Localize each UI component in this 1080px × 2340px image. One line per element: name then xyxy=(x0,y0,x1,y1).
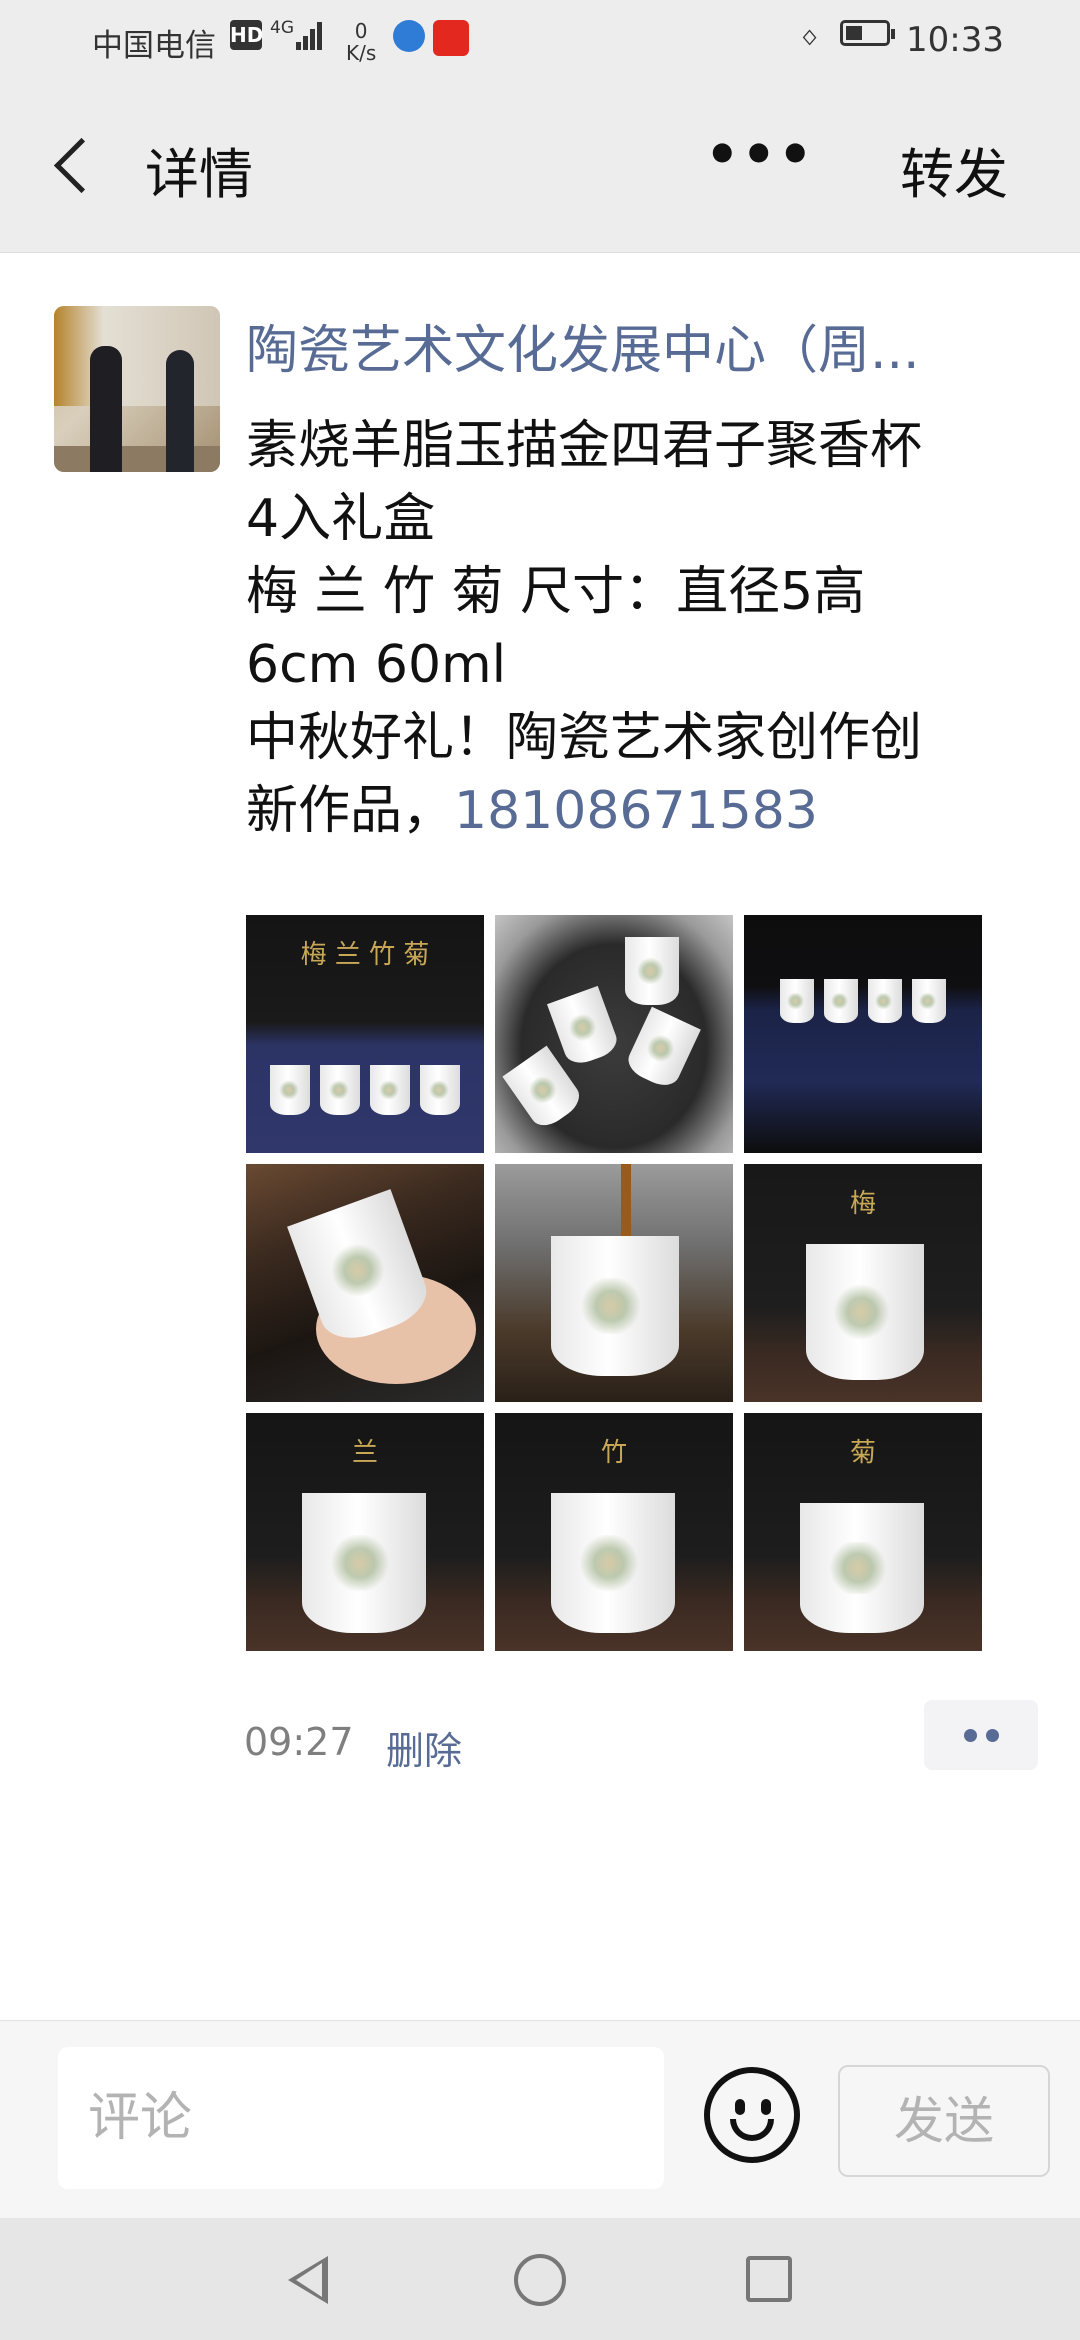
nav-recent-icon[interactable] xyxy=(746,2256,792,2302)
signal-icon xyxy=(296,20,322,50)
post-image-1[interactable]: 梅 兰 竹 菊 xyxy=(246,915,484,1153)
more-dots-icon[interactable]: ••• xyxy=(705,128,813,190)
app-notification-icon xyxy=(433,20,469,56)
post-image-8[interactable]: 竹 xyxy=(495,1413,733,1651)
comment-input[interactable] xyxy=(58,2047,664,2189)
post-text-prefix: 新作品， xyxy=(246,781,455,841)
post-image-2[interactable] xyxy=(495,915,733,1153)
send-button[interactable]: 发送 xyxy=(838,2065,1050,2177)
image-caption: 菊 xyxy=(849,1438,876,1469)
post-image-3[interactable] xyxy=(744,915,982,1153)
post-text-line: 4入礼盒 xyxy=(246,489,436,549)
post-image-5[interactable] xyxy=(495,1164,733,1402)
image-caption: 梅 xyxy=(849,1189,876,1220)
post-text-line: 6cm 60ml xyxy=(246,635,507,695)
carrier-name: 中国电信 xyxy=(92,28,216,64)
header-bar: 详情 ••• 转发 xyxy=(0,80,1080,253)
post-image-7[interactable]: 兰 xyxy=(246,1413,484,1651)
nav-back-icon[interactable] xyxy=(288,2256,328,2304)
image-caption: 梅 兰 竹 菊 xyxy=(300,940,430,971)
bluetooth-icon: ᛜ xyxy=(800,20,820,58)
hd-badge: HD xyxy=(230,20,263,50)
network-speed: 0 K/s xyxy=(346,20,376,64)
image-grid: 梅 兰 竹 菊 梅 兰 竹 菊 xyxy=(246,915,982,1651)
avatar[interactable] xyxy=(54,306,220,472)
image-caption: 兰 xyxy=(351,1438,378,1469)
post-text-line: 中秋好礼！陶瓷艺术家创作创 xyxy=(246,708,923,768)
status-bar: 中国电信 HD 4G 0 K/s ᛜ 10:33 xyxy=(0,0,1080,80)
emoji-icon[interactable] xyxy=(704,2067,800,2163)
status-time: 10:33 xyxy=(906,20,1004,60)
author-name[interactable]: 陶瓷艺术文化发展中心（周... xyxy=(246,308,1026,383)
post-image-9[interactable]: 菊 xyxy=(744,1413,982,1651)
browser-app-icon xyxy=(393,20,425,52)
post-text: 素烧羊脂玉描金四君子聚香杯 4入礼盒 梅 兰 竹 菊 尺寸：直径5高 6cm 6… xyxy=(246,410,1046,848)
nav-home-icon[interactable] xyxy=(514,2254,566,2306)
delete-button[interactable]: 删除 xyxy=(386,1720,462,1775)
network-speed-value: 0 xyxy=(354,19,368,43)
post-image-6[interactable]: 梅 xyxy=(744,1164,982,1402)
page-title: 详情 xyxy=(145,143,253,206)
post-time: 09:27 xyxy=(244,1720,354,1764)
network-type: 4G xyxy=(270,18,294,38)
forward-button[interactable]: 转发 xyxy=(900,130,1008,209)
phone-link[interactable]: 18108671583 xyxy=(454,781,818,841)
post-actions-button[interactable] xyxy=(924,1700,1038,1770)
post-text-line: 新作品，18108671583 xyxy=(246,775,1046,848)
post-image-4[interactable] xyxy=(246,1164,484,1402)
back-button[interactable] xyxy=(48,136,96,196)
comment-bar: 发送 xyxy=(0,2020,1080,2219)
post-text-line: 素烧羊脂玉描金四君子聚香杯 xyxy=(246,416,923,476)
system-nav-bar xyxy=(0,2218,1080,2340)
network-speed-unit: K/s xyxy=(346,41,377,65)
battery-icon xyxy=(840,20,895,46)
image-caption: 竹 xyxy=(600,1438,627,1469)
post-text-line: 梅 兰 竹 菊 尺寸：直径5高 xyxy=(246,562,866,622)
